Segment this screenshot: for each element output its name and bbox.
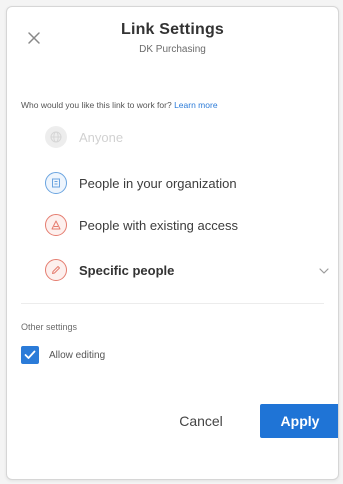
checkmark-icon (24, 350, 36, 359)
option-people-in-organization[interactable]: People in your organization (45, 171, 237, 195)
section-divider (21, 303, 324, 304)
globe-icon (45, 126, 67, 148)
allow-editing-label: Allow editing (49, 349, 106, 361)
option-specific-people-label: Specific people (79, 262, 175, 278)
pencil-icon (45, 259, 67, 281)
option-people-with-existing-access[interactable]: People with existing access (45, 213, 238, 237)
option-people-in-organization-label: People in your organization (79, 175, 237, 191)
other-settings-heading: Other settings (21, 322, 78, 332)
option-specific-people[interactable]: Specific people (45, 258, 174, 282)
allow-editing-row[interactable]: Allow editing (21, 346, 105, 364)
people-icon (45, 214, 67, 236)
link-settings-dialog: Link Settings DK Purchasing Who would yo… (6, 6, 339, 480)
question-text: Who would you like this link to work for… (21, 100, 172, 110)
option-anyone[interactable]: Anyone (45, 125, 123, 149)
option-anyone-label: Anyone (79, 129, 124, 145)
cancel-button[interactable]: Cancel (159, 405, 243, 437)
dialog-title: Link Settings (120, 21, 225, 38)
building-icon (45, 172, 67, 194)
link-scope-question: Who would you like this link to work for… (21, 100, 218, 110)
dialog-header: Link Settings DK Purchasing (7, 21, 338, 55)
allow-editing-checkbox[interactable] (21, 346, 39, 364)
learn-more-link[interactable]: Learn more (174, 100, 217, 110)
chevron-down-icon[interactable] (319, 268, 329, 274)
option-people-with-existing-access-label: People with existing access (79, 217, 238, 233)
apply-button[interactable]: Apply (260, 404, 338, 438)
dialog-subtitle: DK Purchasing (139, 44, 206, 55)
